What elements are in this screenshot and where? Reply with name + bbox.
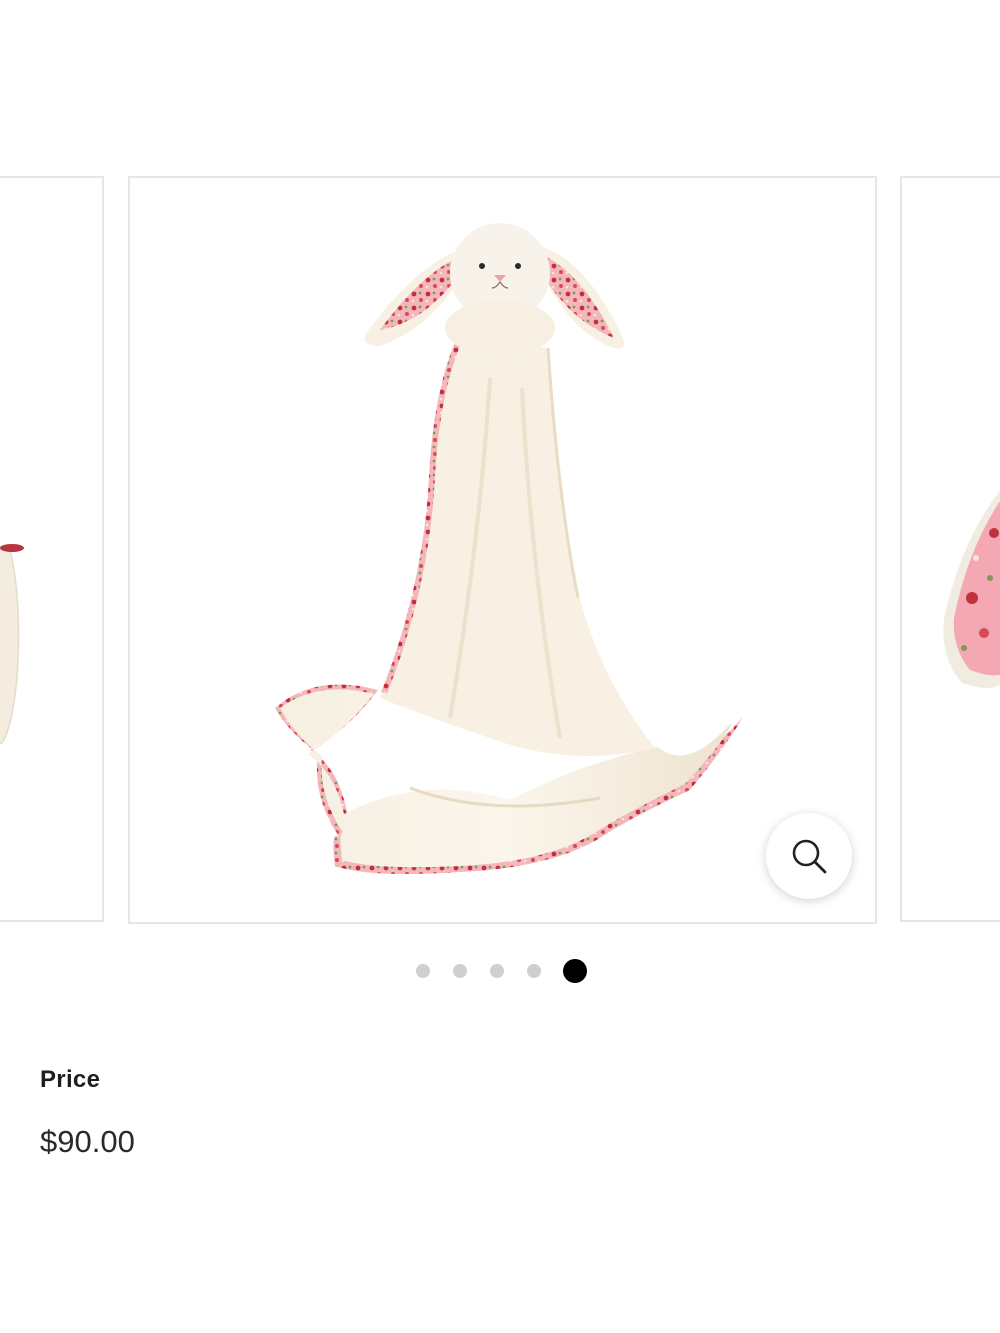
carousel-dot-2[interactable]	[453, 964, 467, 978]
carousel-dot-5[interactable]	[563, 959, 587, 983]
product-image-previous	[0, 544, 24, 744]
product-image-next	[943, 490, 1000, 688]
zoom-button[interactable]	[766, 813, 852, 899]
price-value: $90.00	[40, 1124, 135, 1159]
carousel-pagination	[0, 958, 1000, 984]
carousel-dot-4[interactable]	[527, 964, 541, 978]
product-image-carousel[interactable]	[0, 176, 1000, 924]
carousel-dot-1[interactable]	[416, 964, 430, 978]
product-image-bunny-blanket	[275, 223, 742, 874]
carousel-dot-3[interactable]	[490, 964, 504, 978]
search-icon	[792, 839, 827, 874]
price-label: Price	[40, 1066, 101, 1093]
carousel-slide-next[interactable]	[900, 176, 1000, 922]
carousel-slide-previous[interactable]	[0, 176, 104, 922]
carousel-slide-active[interactable]	[128, 176, 877, 924]
